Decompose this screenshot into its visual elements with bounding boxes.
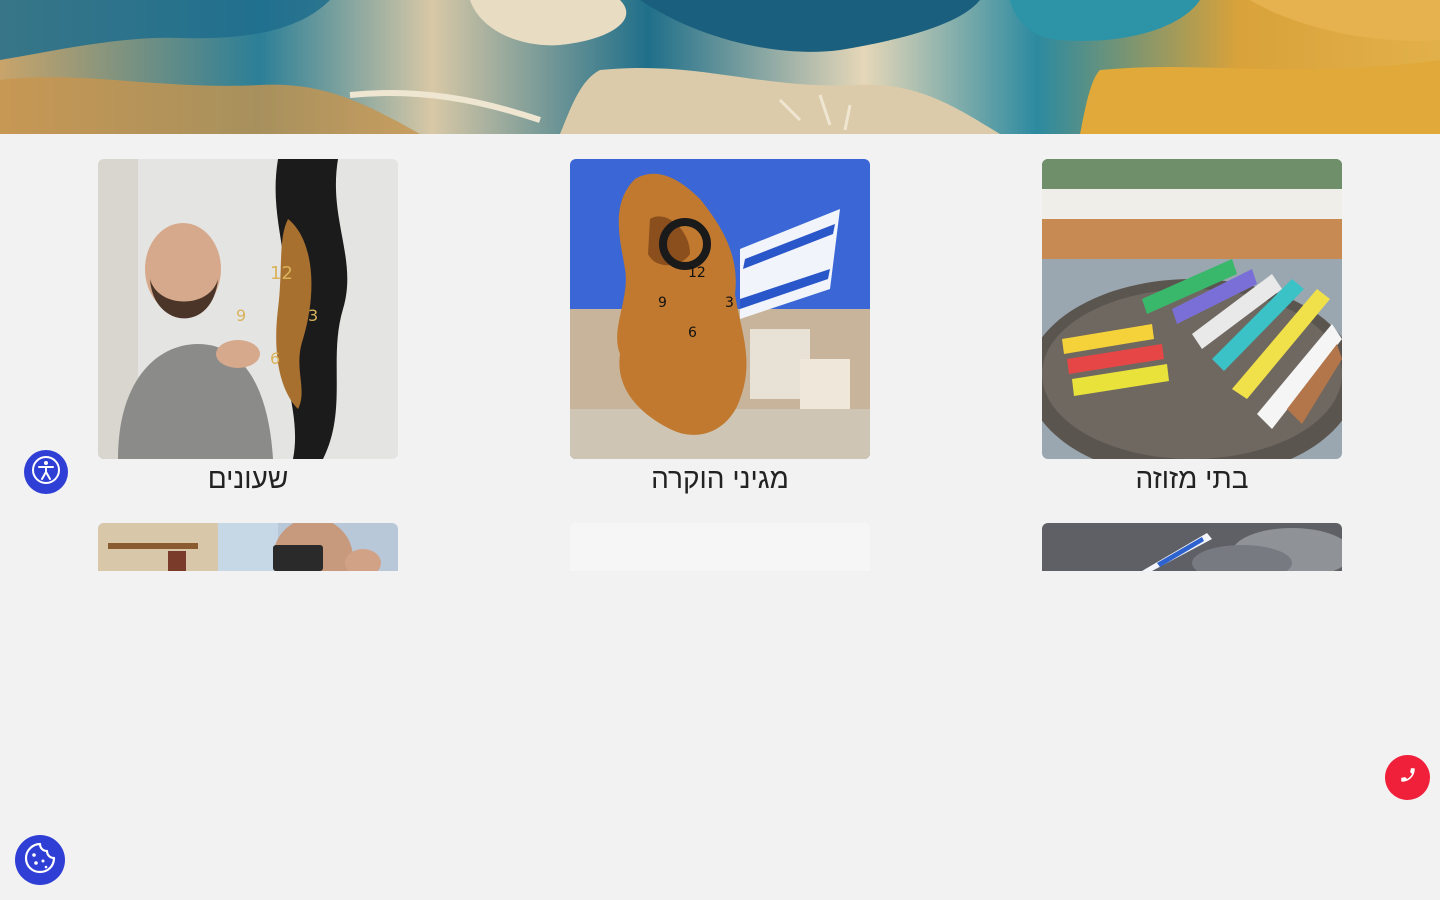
phone-icon <box>1399 766 1417 789</box>
gallery-card-title-honor-plaques[interactable]: מגיני הוקרה <box>570 459 870 499</box>
clock-photo: 12 3 9 6 <box>98 159 398 459</box>
selfie-photo <box>98 523 398 571</box>
gallery-card-row2-1[interactable] <box>98 523 398 571</box>
gallery-card-title-clocks[interactable]: שעונים <box>98 459 398 499</box>
gallery-card-row2-2[interactable] <box>570 523 870 571</box>
gallery-card-title-mezuzah-cases[interactable]: בתי מזוזה <box>1042 459 1342 499</box>
cookie-icon <box>23 841 57 880</box>
svg-text:9: 9 <box>658 295 667 311</box>
phone-call-button[interactable] <box>1385 755 1430 800</box>
svg-text:3: 3 <box>308 306 318 325</box>
gallery-card-honor-plaques[interactable]: 12 9 3 6 <box>570 159 870 459</box>
honor-plaque-photo: 12 9 3 6 <box>570 159 870 459</box>
hero-banner-image <box>0 0 1440 134</box>
gallery-card-row2-3[interactable] <box>1042 523 1342 571</box>
flag-sky-photo <box>1042 523 1342 571</box>
svg-text:6: 6 <box>270 349 280 368</box>
svg-text:12: 12 <box>270 263 293 284</box>
svg-text:9: 9 <box>236 306 246 325</box>
svg-text:12: 12 <box>688 265 706 281</box>
accessibility-button[interactable] <box>24 450 68 494</box>
gallery-card-mezuzah-cases[interactable] <box>1042 159 1342 459</box>
accessibility-icon <box>30 454 62 491</box>
svg-text:6: 6 <box>688 325 697 341</box>
cookie-settings-button[interactable] <box>15 835 65 885</box>
svg-text:3: 3 <box>725 295 734 311</box>
mezuzah-cases-photo <box>1042 159 1342 459</box>
gallery-card-clocks[interactable]: 12 3 9 6 <box>98 159 398 459</box>
